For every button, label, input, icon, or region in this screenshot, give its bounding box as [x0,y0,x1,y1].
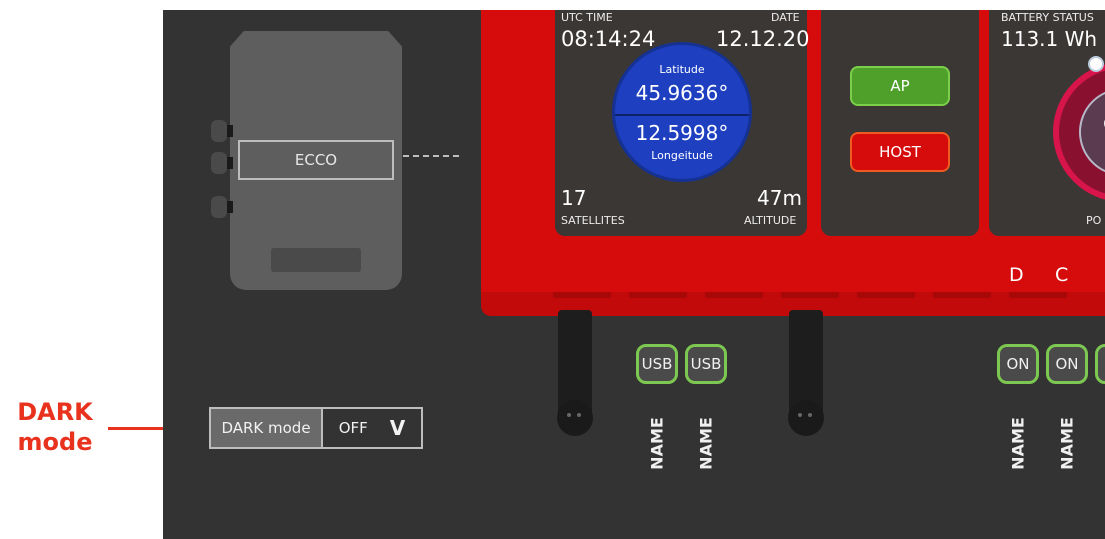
altitude-label: ALTITUDE [744,214,797,227]
usb-port-name-1: NAME [647,417,667,470]
mode-panel [821,10,979,236]
pole-right-ball [788,400,824,436]
date-value: 12.12.20 [716,27,810,51]
connection-line [403,155,463,157]
unit-notch [705,292,763,298]
unit-notch [553,292,611,298]
pole-left-ball [557,400,593,436]
utc-time-label: UTC TIME [561,11,613,24]
battery-status-value: 113.1 Wh [1001,27,1098,51]
usb-port-name-2: NAME [696,417,716,470]
power-port-chip-1[interactable]: ON [997,344,1039,384]
chevron-down-icon[interactable]: V [390,416,405,440]
dark-mode-annotation: DARK mode [7,397,103,457]
channel-c-label: C [1055,264,1069,286]
ecco-port [211,120,233,142]
battery-status-label: BATTERY STATUS [1001,11,1094,24]
latitude-value: 45.9636° [635,81,729,105]
annotation-line1: DARK [17,398,93,426]
power-port-chip-3[interactable] [1095,344,1105,384]
usb-port-chip-2[interactable]: USB [685,344,727,384]
dark-mode-control[interactable]: DARK mode OFF V [209,407,423,449]
unit-notch [781,292,839,298]
satellites-label: SATELLITES [561,214,625,227]
battery-gauge-inner: 6h 9 [1079,88,1105,176]
power-port-name-2: NAME [1057,417,1077,470]
unit-notch [1009,292,1067,298]
longitude-label: Longeitude [651,149,713,162]
canvas: ECCO UTC TIME DATE 08:14:24 12.12.20 Lat… [163,10,1105,539]
host-mode-button[interactable]: HOST [850,132,950,172]
dark-mode-value: OFF [338,419,368,437]
ecco-port [211,152,233,174]
dark-mode-toggle[interactable]: OFF V [323,409,421,447]
unit-notch [933,292,991,298]
satellites-value: 17 [561,186,587,210]
altitude-value: 47m [757,186,802,210]
gps-divider [615,114,749,116]
power-label: PO [1086,214,1102,227]
gps-position-circle: Latitude 45.9636° 12.5998° Longeitude [612,42,752,182]
dark-mode-label: DARK mode [211,409,323,447]
ap-mode-button[interactable]: AP [850,66,950,106]
power-port-name-1: NAME [1008,417,1028,470]
annotation-line2: mode [17,428,93,456]
utc-time-value: 08:14:24 [561,27,656,51]
ecco-label[interactable]: ECCO [238,140,394,180]
channel-d-label: D [1009,264,1024,286]
usb-port-chip-1[interactable]: USB [636,344,678,384]
latitude-label: Latitude [659,63,705,76]
date-label: DATE [771,11,800,24]
unit-notch [629,292,687,298]
ecco-slot [271,248,361,272]
power-port-chip-2[interactable]: ON [1046,344,1088,384]
ecco-port [211,196,233,218]
unit-notch [857,292,915,298]
battery-gauge-handle-icon[interactable] [1088,56,1104,72]
longitude-value: 12.5998° [635,121,729,145]
